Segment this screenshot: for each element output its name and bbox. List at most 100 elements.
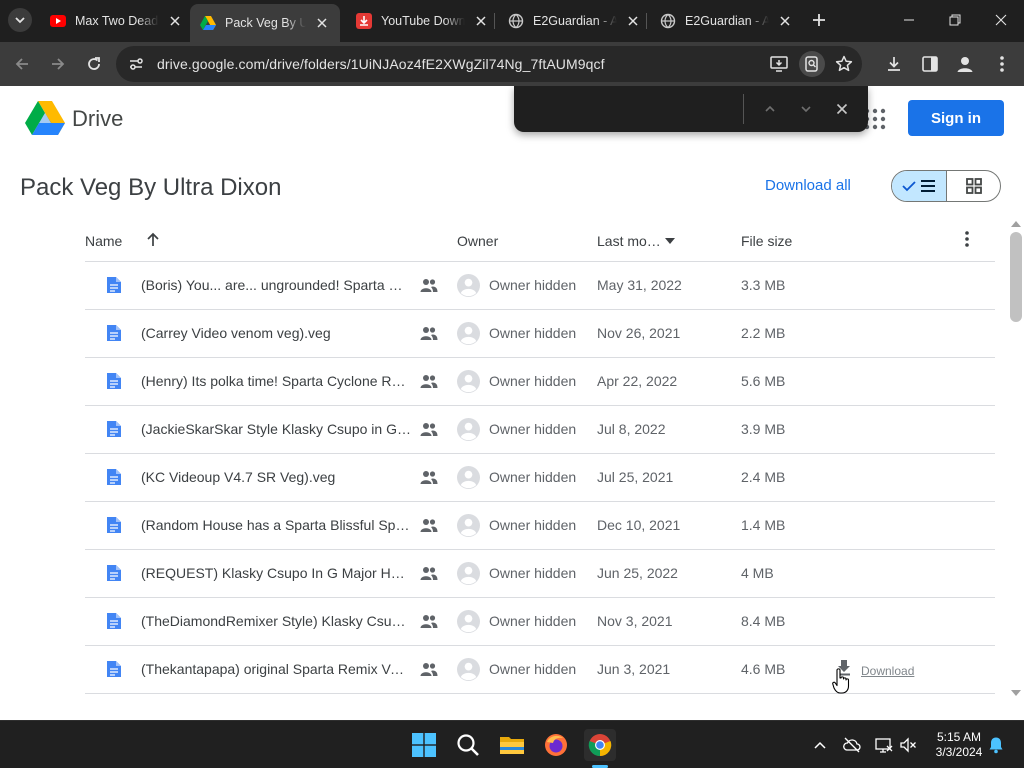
- column-header-file-size[interactable]: File size: [741, 233, 792, 249]
- reload-button[interactable]: [80, 50, 108, 78]
- file-row[interactable]: (JackieSkarSkar Style Klasky Csupo in G …: [85, 406, 995, 454]
- file-name[interactable]: (REQUEST) Klasky Csupo In G Major Has a …: [141, 565, 411, 581]
- bookmark-star-icon[interactable]: [833, 53, 855, 75]
- close-tab-icon[interactable]: [625, 13, 641, 29]
- file-name[interactable]: (JackieSkarSkar Style Klasky Csupo in G …: [141, 421, 411, 437]
- windows-taskbar: 5:15 AM 3/3/2024: [0, 720, 1024, 768]
- file-row[interactable]: (Thekantapapa) original Sparta Remix Veg…: [85, 646, 995, 694]
- close-window-button[interactable]: [978, 0, 1024, 40]
- column-header-owner[interactable]: Owner: [457, 233, 498, 249]
- close-tab-icon[interactable]: [314, 15, 330, 31]
- google-lens-icon[interactable]: [799, 51, 825, 77]
- tab-2[interactable]: YouTube Downloader: [346, 6, 499, 36]
- tab-title: Pack Veg By Ultra Dixon: [225, 16, 307, 30]
- file-last-modified: Jul 25, 2021: [597, 469, 674, 485]
- find-next-button[interactable]: [794, 97, 818, 121]
- avatar: [457, 322, 480, 345]
- download-icon: [888, 57, 900, 71]
- file-name[interactable]: (Random House has a Sparta Blissful Spar…: [141, 517, 411, 533]
- close-tab-icon[interactable]: [473, 13, 489, 29]
- shared-icon: [420, 613, 438, 629]
- sort-dropdown-icon[interactable]: [665, 238, 675, 244]
- google-drive-logo-icon[interactable]: [25, 100, 65, 136]
- file-name[interactable]: (KC Videoup V4.7 SR Veg).veg: [141, 469, 335, 485]
- file-row[interactable]: (Carrey Video venom veg).veg Owner hidden…: [85, 310, 995, 358]
- new-tab-button[interactable]: [808, 9, 830, 31]
- file-name[interactable]: (Boris) You... are... ungrounded! Sparta…: [141, 277, 411, 293]
- youtube-icon: [50, 13, 66, 29]
- file-owner: Owner hidden: [489, 277, 577, 293]
- show-hidden-icons-button[interactable]: [810, 735, 830, 755]
- file-row[interactable]: (KC Videoup V4.7 SR Veg).veg Owner hidden…: [85, 454, 995, 502]
- side-panel-button[interactable]: [918, 52, 942, 76]
- tab-0[interactable]: Max Two Dead: [40, 6, 193, 36]
- close-tab-icon[interactable]: [167, 13, 183, 29]
- file-row[interactable]: (REQUEST) Klasky Csupo In G Major Has a …: [85, 550, 995, 598]
- system-clock[interactable]: 5:15 AM 3/3/2024: [928, 730, 990, 760]
- taskbar-firefox[interactable]: [540, 729, 572, 761]
- tab-1[interactable]: Pack Veg By Ultra Dixon: [190, 4, 340, 42]
- address-bar[interactable]: drive.google.com/drive/folders/1UiNJAoz4…: [116, 46, 862, 82]
- column-header-last-modified[interactable]: Last mo…: [597, 233, 661, 249]
- install-app-icon[interactable]: [768, 53, 790, 75]
- file-row[interactable]: (TheDiamondRemixer Style) Klasky Csupo i…: [85, 598, 995, 646]
- restore-icon: [949, 14, 961, 26]
- site-settings-icon[interactable]: [126, 54, 146, 74]
- shared-icon: [420, 373, 438, 389]
- tray-network-disconnected[interactable]: [842, 735, 862, 755]
- scrollbar-thumb[interactable]: [1010, 232, 1022, 322]
- find-in-page-bar: [514, 86, 868, 132]
- downloads-button[interactable]: [882, 52, 906, 76]
- network-disconnected-icon: [875, 738, 893, 753]
- tray-network-status[interactable]: [874, 735, 894, 755]
- tray-volume-muted[interactable]: [898, 735, 918, 755]
- drive-brand-name[interactable]: Drive: [72, 106, 123, 132]
- find-previous-button[interactable]: [758, 97, 782, 121]
- find-close-button[interactable]: [830, 97, 854, 121]
- shared-icon: [420, 421, 438, 437]
- sign-in-button[interactable]: Sign in: [908, 100, 1004, 136]
- url-text[interactable]: drive.google.com/drive/folders/1UiNJAoz4…: [157, 56, 605, 72]
- globe-icon: [660, 13, 676, 29]
- restore-button[interactable]: [932, 0, 978, 40]
- list-view-button[interactable]: [892, 171, 947, 201]
- column-header-name[interactable]: Name: [85, 233, 122, 249]
- find-input[interactable]: [528, 94, 742, 124]
- more-vert-icon[interactable]: [959, 230, 975, 248]
- file-name[interactable]: (Carrey Video venom veg).veg: [141, 325, 331, 341]
- taskbar-search-button[interactable]: [452, 729, 484, 761]
- notifications-button[interactable]: [986, 735, 1006, 755]
- chrome-menu-button[interactable]: [990, 52, 1014, 76]
- file-size: 3.3 MB: [741, 277, 786, 293]
- close-icon: [836, 103, 848, 115]
- tab-title: Max Two Dead: [75, 14, 159, 28]
- file-row[interactable]: (Henry) Its polka time! Sparta Cyclone R…: [85, 358, 995, 406]
- file-row[interactable]: (Random House has a Sparta Blissful Spar…: [85, 502, 995, 550]
- start-button[interactable]: [408, 729, 440, 761]
- tab-3[interactable]: E2Guardian - Access Denied: [498, 6, 651, 36]
- scroll-up-arrow-icon[interactable]: [1011, 219, 1021, 227]
- folder-title: Pack Veg By Ultra Dixon: [20, 174, 282, 201]
- scroll-down-arrow-icon[interactable]: [1011, 690, 1021, 698]
- file-name[interactable]: (TheDiamondRemixer Style) Klasky Csupo i…: [141, 613, 411, 629]
- tab-4[interactable]: E2Guardian - Access Denied: [650, 6, 803, 36]
- file-name[interactable]: (Henry) Its polka time! Sparta Cyclone R…: [141, 373, 411, 389]
- forward-button[interactable]: [44, 50, 72, 78]
- grid-view-button[interactable]: [947, 171, 1000, 201]
- page-scrollbar[interactable]: [1008, 219, 1024, 698]
- file-row[interactable]: (Boris) You... are... ungrounded! Sparta…: [85, 262, 995, 310]
- file-icon: [106, 420, 122, 438]
- profile-button[interactable]: [953, 52, 977, 76]
- volume-muted-icon: [900, 737, 916, 753]
- close-tab-icon[interactable]: [777, 13, 793, 29]
- back-button[interactable]: [8, 50, 36, 78]
- file-name[interactable]: (Thekantapapa) original Sparta Remix Veg…: [141, 661, 411, 677]
- tab-search-button[interactable]: [8, 8, 32, 32]
- clock-time: 5:15 AM: [936, 730, 982, 744]
- sort-ascending-arrow-icon[interactable]: [145, 232, 161, 248]
- taskbar-file-explorer[interactable]: [496, 729, 528, 761]
- taskbar-chrome[interactable]: [584, 729, 616, 761]
- minimize-button[interactable]: [886, 0, 932, 40]
- download-all-button[interactable]: Download all: [765, 177, 851, 194]
- row-download-label[interactable]: Download: [861, 664, 914, 678]
